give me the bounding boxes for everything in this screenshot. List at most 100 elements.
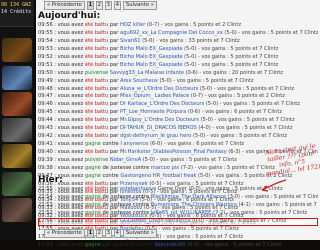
- match-time: 09:47: [38, 93, 53, 100]
- match-row: 09:43 : vous avez été battu par DI-TAHUR…: [38, 125, 293, 132]
- match-text: de justesse contre: [102, 209, 150, 216]
- match-time: 09:52: [38, 53, 53, 60]
- page-2-button[interactable]: 2: [95, 1, 103, 10]
- match-gains: 5 points et 2 Clintz: [236, 93, 285, 100]
- opponent-link[interactable]: Savvyg33_La Malaise Infante: [110, 70, 184, 76]
- match-score: (5-0) - vos gains :: [192, 133, 238, 140]
- match-text: vous avez: [57, 193, 84, 200]
- opponent-link[interactable]: Bicho Malo EX_Gaspiade: [120, 62, 183, 68]
- sidebar-thumbnail-6[interactable]: [2, 172, 32, 196]
- match-row: 23:54 : vous avez gagné de justesse cont…: [38, 194, 318, 202]
- opponent-link[interactable]: Bicho Malo EX_Gaspiade: [120, 54, 183, 60]
- opponent-link[interactable]: Gastongeno HR_football freak: [120, 173, 196, 179]
- match-gains: 5 points et 7 Clintz: [259, 209, 308, 216]
- page-1-button[interactable]: 1: [86, 229, 94, 238]
- prev-page-button[interactable]: « Précédente: [44, 1, 85, 10]
- next-page-button[interactable]: Suivante »: [122, 229, 158, 238]
- opponent-link[interactable]: DI-TAHUR_DI_DRACOS IBEROS: [120, 125, 197, 131]
- sidebar-thumbnail-2[interactable]: [2, 66, 32, 90]
- opponent-link[interactable]: Mr.Gipsy_L'Ordre Des Docteurs: [120, 117, 199, 123]
- page-4-button[interactable]: 4: [113, 1, 121, 10]
- opponent-link[interactable]: Mr.Hankster_DiablesPoisson_Final Fantasy: [120, 149, 227, 155]
- match-text: vous avez: [57, 93, 84, 100]
- opponent-link[interactable]: marcoo pix: [151, 165, 179, 171]
- opponent-link[interactable]: agu692_xx_La Compagnie Del Cocco_xx: [120, 30, 223, 36]
- match-time: 09:41: [38, 141, 53, 148]
- opponent-link[interactable]: Nidar_GinvA: [110, 157, 141, 163]
- opponent-link[interactable]: Bicho Malo EX_Gaspiade: [120, 46, 183, 52]
- match-score: (5-0) - vos gains :: [184, 45, 229, 52]
- sidebar-thumbnail-3[interactable]: [2, 92, 32, 116]
- page-3-button[interactable]: 3: [104, 229, 112, 238]
- match-gains: 5 points et 7 Clintz: [190, 225, 239, 232]
- match-time: 09:39: [38, 156, 53, 163]
- page-3-button[interactable]: 3: [104, 1, 112, 10]
- opponent-link[interactable]: PT_Loe_Honneste Pûrpura: [120, 109, 186, 115]
- opponent-link[interactable]: GGGRMbb_Union fantastica: [120, 218, 191, 224]
- match-text: par: [109, 133, 119, 140]
- opponent-link[interactable]: Sivan61: [120, 38, 141, 44]
- page-4-button[interactable]: 4: [113, 229, 121, 238]
- match-row: 17:56 : vous avez été battu par GGGRMbb_…: [38, 217, 318, 226]
- match-gains: 6 points et 7 Clintz: [233, 241, 282, 248]
- match-row: 09:50 : vous avez pulvérisé Savvyg33_La …: [38, 69, 283, 76]
- match-text: vous avez: [57, 29, 84, 36]
- opponent-link[interactable]: dgst-dethyrum_le grau hero: [120, 133, 191, 139]
- match-score: (0-7) - vos gains :: [190, 93, 236, 100]
- match-gains: 6 points et 7 Clintz: [234, 109, 283, 116]
- match-text: par: [109, 93, 119, 100]
- opponent-link[interactable]: Blacklimpa_The Dark Alliance: [151, 194, 226, 200]
- sidebar-thumbnail-7[interactable]: [2, 198, 32, 222]
- match-result: été battu: [84, 101, 109, 108]
- sidebar-thumbnail-1[interactable]: [2, 38, 32, 62]
- match-text: vous avez: [57, 141, 84, 148]
- match-score: (0-0) - vos gains :: [192, 217, 237, 224]
- match-row: 09:51 : vous avez été battu par Bicho Ma…: [38, 61, 279, 68]
- match-result: été battu: [84, 149, 109, 155]
- match-result: été battu: [84, 45, 109, 52]
- match-result: été battu: [84, 29, 109, 36]
- page-2-button[interactable]: 2: [95, 229, 103, 238]
- next-page-button[interactable]: Suivante »: [122, 1, 158, 10]
- match-score: (0-6) - vos gains :: [187, 109, 233, 116]
- match-result: été battu: [84, 186, 109, 192]
- match-row: 09:53 : vous avez été battu par Bicho Ma…: [38, 45, 279, 52]
- match-text: vous avez: [57, 133, 84, 140]
- opponent-link[interactable]: Sekundes90: [154, 242, 185, 248]
- match-result: été battu: [84, 53, 109, 60]
- match-gains: 5 points et 7 Clintz: [188, 156, 237, 163]
- match-text: vous avez: [57, 109, 84, 116]
- match-gains: 5 points et 7 Clintz: [230, 53, 279, 60]
- page-1-button[interactable]: 1: [86, 1, 94, 10]
- opponent-link[interactable]: Bumemore_The Chimera Warriors: [151, 202, 237, 208]
- match-score: (4-1) - vos gains :: [238, 201, 284, 208]
- match-text: par: [109, 85, 119, 92]
- opponent-link[interactable]: Dr Kartace_L'Ordre Des Docteurs: [120, 101, 204, 107]
- match-text: vous avez: [57, 61, 84, 68]
- opponent-link[interactable]: Ares Soucheux: [120, 78, 158, 84]
- opponent-link[interactable]: HOZ killer: [120, 22, 145, 28]
- sidebar-thumbnail-5[interactable]: [2, 144, 32, 168]
- match-result: gagné: [84, 172, 101, 179]
- match-row: 09:42 : vous avez été battu par dgst-det…: [38, 133, 288, 140]
- opponent-link[interactable]: JeRe65_pd_W.ILLIKAREE: [151, 210, 212, 216]
- match-gains: 5 points et 7 Clintz: [273, 193, 318, 200]
- match-result: été battu: [84, 109, 109, 116]
- opponent-link[interactable]: I anynence: [120, 141, 148, 147]
- match-time: 17:56: [38, 217, 53, 224]
- match-score: (5-0) - vos gains :: [184, 53, 229, 60]
- opponent-link[interactable]: estebanhuvva: [120, 186, 156, 192]
- sidebar-thumbnail-4[interactable]: [2, 118, 32, 142]
- match-result: pulvérisé: [84, 69, 109, 76]
- match-text: vous avez: [57, 117, 84, 124]
- match-result: gagné: [84, 164, 101, 171]
- match-text: vous avez: [57, 201, 84, 208]
- match-result: été battu: [84, 85, 109, 92]
- match-time: 09:56: [38, 22, 53, 28]
- match-time: 09:50: [38, 69, 53, 76]
- opponent-link[interactable]: Miss_Opium_ Ladies Palace: [120, 93, 189, 99]
- match-text: vous avez: [57, 149, 84, 155]
- opponent-link[interactable]: Aluna_w_L'Ordre Des Docteurs: [120, 86, 198, 92]
- prev-page-button[interactable]: « Précédente: [44, 229, 85, 238]
- match-text: de justesse contre: [102, 201, 150, 208]
